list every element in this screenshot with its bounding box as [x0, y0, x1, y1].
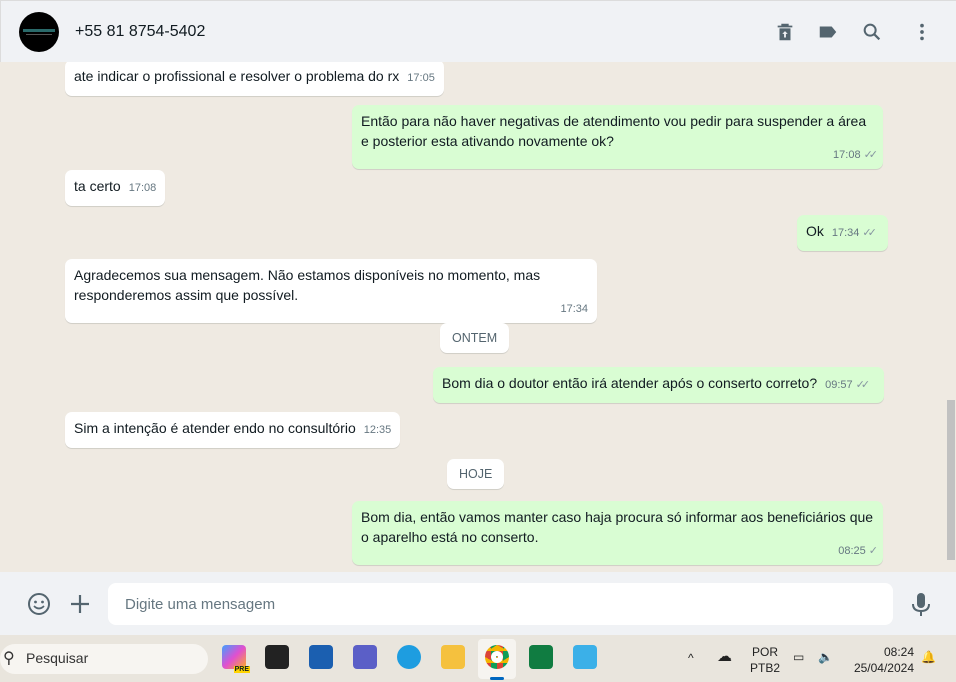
- task-view-icon[interactable]: [265, 645, 289, 669]
- search-icon: ⚲: [3, 650, 15, 667]
- message-incoming: ta certo 17:08: [65, 170, 166, 206]
- volume-icon[interactable]: 🔈: [818, 649, 833, 665]
- date-divider: ONTEM: [440, 323, 510, 353]
- label-icon[interactable]: [817, 21, 839, 43]
- copilot-icon[interactable]: PRE: [222, 645, 250, 673]
- message-list: ate indicar o profissional e resolver o …: [0, 62, 956, 572]
- message-incoming: Agradecemos sua mensagem. Não estamos di…: [65, 259, 597, 323]
- message-incoming: ate indicar o profissional e resolver o …: [65, 62, 444, 96]
- check-icon: ✓: [868, 545, 878, 557]
- teams-icon[interactable]: [353, 645, 377, 669]
- contact-avatar[interactable]: [19, 12, 59, 52]
- search-icon[interactable]: [861, 21, 883, 43]
- cloud-off-icon[interactable]: ☁: [717, 649, 732, 665]
- chrome-icon[interactable]: [485, 645, 509, 669]
- message-input[interactable]: Digite uma mensagem: [108, 583, 893, 625]
- menu-icon[interactable]: [911, 21, 933, 43]
- taskbar-search[interactable]: ⚲ Pesquisar: [0, 644, 208, 674]
- message-outgoing: Bom dia o doutor então irá atender após …: [433, 367, 884, 403]
- file-explorer-icon[interactable]: [441, 645, 465, 669]
- message-outgoing: Bom dia, então vamos manter caso haja pr…: [352, 501, 883, 565]
- notification-bell-icon[interactable]: 🔔: [921, 649, 936, 665]
- language-indicator[interactable]: POR PTB2: [750, 644, 780, 676]
- edge-icon[interactable]: [397, 645, 421, 669]
- clock[interactable]: 08:24 25/04/2024: [850, 644, 914, 676]
- message-outgoing: Então para não haver negativas de atendi…: [352, 105, 883, 169]
- attach-plus-icon[interactable]: [69, 593, 91, 615]
- windows-taskbar: ⚲ Pesquisar PRE ^ ☁ POR PTB2 ▭ 🔈 08:24 25/0…: [0, 635, 956, 682]
- show-hidden-icons[interactable]: ^: [688, 650, 694, 666]
- double-check-icon: ✓✓: [862, 227, 877, 239]
- contact-name[interactable]: +55 81 8754-5402: [75, 23, 205, 41]
- message-incoming: Sim a intenção é atender endo no consult…: [65, 412, 401, 448]
- compose-bar: Digite uma mensagem: [0, 572, 956, 635]
- message-outgoing: Ok 17:34 ✓✓: [797, 215, 888, 251]
- excel-icon[interactable]: [529, 645, 553, 669]
- scrollbar-thumb[interactable]: [947, 400, 955, 560]
- double-check-icon: ✓✓: [863, 149, 879, 161]
- microphone-icon[interactable]: [911, 592, 931, 618]
- double-check-icon: ✓✓: [855, 379, 871, 391]
- notepad-icon[interactable]: [573, 645, 597, 669]
- network-icon[interactable]: ▭: [793, 649, 804, 665]
- chat-header: +55 81 8754-5402: [0, 0, 956, 62]
- date-divider: HOJE: [447, 459, 505, 489]
- emoji-icon[interactable]: [27, 592, 51, 616]
- store-icon[interactable]: [309, 645, 333, 669]
- archive-icon[interactable]: [774, 21, 796, 43]
